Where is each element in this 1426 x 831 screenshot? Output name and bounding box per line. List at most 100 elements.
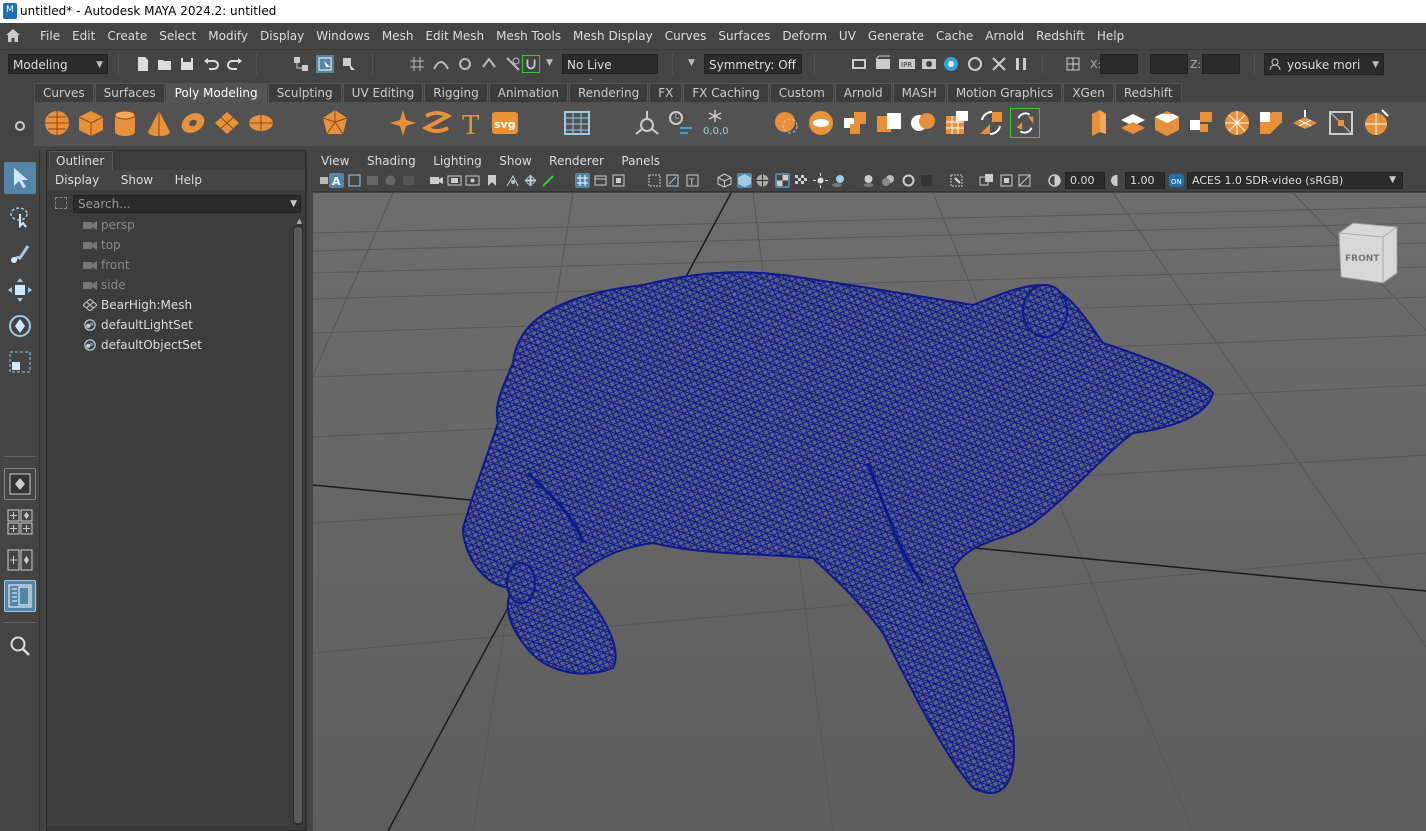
poly-sphere-icon[interactable] [42, 108, 72, 138]
shelf-tab-mash[interactable]: MASH [892, 83, 946, 102]
safe-title-icon[interactable] [541, 173, 556, 188]
outliner-menu-display[interactable]: Display [55, 173, 99, 187]
four-view-layout-button[interactable] [4, 506, 36, 538]
shelf-tab-xgen[interactable]: XGen [1063, 83, 1114, 102]
home-icon[interactable] [6, 29, 20, 42]
separate-icon[interactable] [806, 108, 836, 138]
shelf-tab-fx[interactable]: FX [649, 83, 683, 102]
super-shape-icon[interactable] [388, 108, 418, 138]
append-polygon-icon[interactable] [1186, 108, 1216, 138]
anti-alias-icon[interactable] [901, 173, 916, 188]
shelf-tab-curves[interactable]: Curves [34, 83, 94, 102]
smooth-shade-icon[interactable] [737, 173, 752, 188]
render-setup-icon[interactable] [966, 55, 984, 73]
multi-cut-icon[interactable] [1222, 108, 1252, 138]
bookmark-icon[interactable] [347, 173, 362, 188]
paint-select-tool-button[interactable] [4, 238, 36, 270]
magnet-snap-icon[interactable] [522, 55, 540, 73]
z-coord-input[interactable] [1202, 54, 1240, 74]
y-coord-input[interactable] [1150, 54, 1188, 74]
viewport-menu-renderer[interactable]: Renderer [549, 154, 604, 168]
scrollbar-thumb[interactable] [294, 227, 302, 823]
menuset-dropdown[interactable]: Modeling ▼ [8, 54, 108, 74]
motion-blur-icon[interactable] [881, 173, 896, 188]
shelf-tab-animation[interactable]: Animation [488, 83, 568, 102]
outliner-tab[interactable]: Outliner [49, 151, 113, 170]
viewport-menu-panels[interactable]: Panels [621, 154, 660, 168]
exposure-icon[interactable] [1047, 173, 1062, 188]
select-tool-button[interactable] [4, 162, 36, 194]
transform-coords-icon[interactable] [1064, 55, 1082, 73]
quad-draw-icon[interactable] [1010, 108, 1040, 138]
shelf-settings-icon[interactable] [14, 120, 26, 132]
viewcube[interactable]: FRONT [1338, 222, 1398, 284]
menu-mesh-display[interactable]: Mesh Display [567, 23, 659, 49]
search-tool-button[interactable] [4, 630, 36, 662]
menu-curves[interactable]: Curves [659, 23, 713, 49]
menu-mesh-tools[interactable]: Mesh Tools [490, 23, 567, 49]
offset-edge-loop-icon[interactable] [1290, 108, 1320, 138]
menu-help[interactable]: Help [1091, 23, 1130, 49]
outliner-item-defaultlightset[interactable]: defaultLightSet [47, 315, 291, 335]
outliner-search-input[interactable]: Search... ▼ [73, 195, 301, 213]
user-account-dropdown[interactable]: yosuke mori ▼ [1264, 53, 1384, 75]
poly-cylinder-icon[interactable] [110, 108, 140, 138]
type-grid-icon[interactable] [562, 108, 592, 138]
undo-icon[interactable] [202, 55, 220, 73]
chevron-down-icon[interactable]: ▼ [688, 58, 695, 68]
xray-icon[interactable] [647, 173, 662, 188]
two-view-layout-button[interactable] [4, 544, 36, 576]
outliner-scrollbar[interactable] [293, 225, 303, 825]
exposure-input[interactable]: 0.00 [1065, 172, 1105, 189]
move-tool-button[interactable] [4, 274, 36, 306]
render-settings-icon[interactable] [920, 55, 938, 73]
screen-ao-icon[interactable] [861, 173, 876, 188]
shelf-tab-fx-caching[interactable]: FX Caching [683, 83, 769, 102]
field-chart-icon[interactable] [505, 173, 520, 188]
save-scene-icon[interactable] [178, 55, 196, 73]
camera-gate-icon[interactable] [593, 173, 608, 188]
platonic-solid-icon[interactable] [320, 108, 350, 138]
snap-value-icon[interactable]: 0,0,0 [700, 108, 730, 138]
clock-icon[interactable] [666, 108, 696, 138]
snap-live-icon[interactable] [504, 55, 522, 73]
menu-arnold[interactable]: Arnold [979, 23, 1030, 49]
color-management-icon[interactable]: ON [1169, 173, 1184, 188]
sculpt-tool-icon[interactable] [1362, 108, 1392, 138]
depth-of-field-icon[interactable] [919, 173, 934, 188]
shelf-tab-redshift[interactable]: Redshift [1114, 83, 1182, 102]
lasso-tool-button[interactable] [4, 200, 36, 232]
shelf-tab-custom[interactable]: Custom [769, 83, 834, 102]
backface-icon[interactable] [1017, 173, 1032, 188]
lights-icon[interactable] [813, 173, 828, 188]
menu-modify[interactable]: Modify [202, 23, 254, 49]
perspective-viewport[interactable]: FRONT [313, 193, 1426, 831]
pause-icon[interactable] [1012, 55, 1030, 73]
extrude-icon[interactable] [1084, 108, 1114, 138]
poly-plane-icon[interactable] [212, 108, 242, 138]
viewport-menu-view[interactable]: View [321, 154, 349, 168]
shelf-tab-rigging[interactable]: Rigging [424, 83, 488, 102]
headsup-icon[interactable] [611, 173, 626, 188]
filter-icon[interactable] [55, 197, 67, 209]
viewport-menu-lighting[interactable]: Lighting [433, 154, 482, 168]
outliner-item-defaultobjectset[interactable]: defaultObjectSet [47, 335, 291, 355]
boolean-icon[interactable] [874, 108, 904, 138]
shadows-icon[interactable] [831, 173, 846, 188]
isolate-select-icon[interactable] [949, 173, 964, 188]
snap-view-plane-icon[interactable] [480, 55, 498, 73]
wireframe-on-shaded-icon[interactable] [755, 173, 770, 188]
combine-icon[interactable] [772, 108, 802, 138]
render-frame-icon[interactable] [874, 55, 892, 73]
menu-cache[interactable]: Cache [930, 23, 979, 49]
select-hierarchy-icon[interactable] [292, 55, 310, 73]
shelf-tab-sculpting[interactable]: Sculpting [267, 83, 342, 102]
poly-cone-icon[interactable] [144, 108, 174, 138]
image-plane-icon[interactable] [365, 173, 380, 188]
render-view-icon[interactable] [850, 55, 868, 73]
outliner-item-bearhigh-mesh[interactable]: BearHigh:Mesh [47, 295, 291, 315]
resolution-gate-icon[interactable] [465, 173, 480, 188]
cleanup-icon[interactable] [976, 108, 1006, 138]
grease-pencil-icon[interactable] [401, 173, 416, 188]
scroll-up-icon[interactable]: ▲ [297, 217, 302, 225]
